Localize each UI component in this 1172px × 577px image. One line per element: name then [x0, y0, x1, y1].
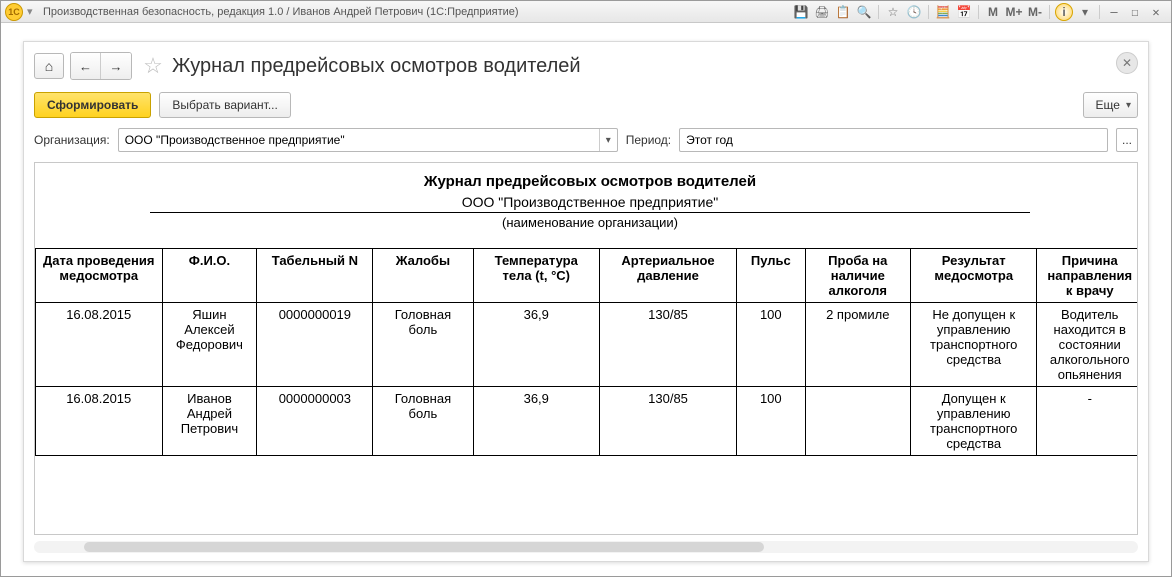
close-window-icon[interactable]: ✕: [1147, 3, 1165, 21]
star-icon[interactable]: ☆: [142, 55, 164, 77]
info-icon[interactable]: i: [1055, 3, 1073, 21]
m-icon[interactable]: M: [984, 3, 1002, 21]
org-dropdown-icon[interactable]: ▾: [599, 129, 617, 151]
maximize-icon[interactable]: ☐: [1126, 3, 1144, 21]
history-icon[interactable]: 🕓: [905, 3, 923, 21]
cell-temp: 36,9: [473, 303, 600, 387]
cell-tabn: 0000000019: [257, 303, 373, 387]
cell-bp: 130/85: [600, 387, 737, 456]
minimize-icon[interactable]: —: [1105, 3, 1123, 21]
cell-date: 16.08.2015: [36, 303, 163, 387]
col-complaints: Жалобы: [373, 249, 473, 303]
print-icon[interactable]: 🖨: [813, 3, 831, 21]
app-window: 1C ▾ Производственная безопасность, реда…: [0, 0, 1172, 577]
col-fio: Ф.И.О.: [162, 249, 257, 303]
col-tabn: Табельный N: [257, 249, 373, 303]
cell-complaints: Головная боль: [373, 303, 473, 387]
cell-pulse: 100: [737, 303, 806, 387]
close-page-button[interactable]: ✕: [1116, 52, 1138, 74]
report-org-note: (наименование организации): [150, 215, 1030, 230]
report-area[interactable]: Журнал предрейсовых осмотров водителей О…: [34, 162, 1138, 535]
col-temp: Температура тела (t, °C): [473, 249, 600, 303]
cell-complaints: Головная боль: [373, 387, 473, 456]
toolbar: Сформировать Выбрать вариант... Еще ▾: [24, 86, 1148, 124]
content-frame: ✕ ⌂ ← → ☆ Журнал предрейсовых осмотров в…: [23, 41, 1149, 562]
cell-temp: 36,9: [473, 387, 600, 456]
col-bp: Артериальное давление: [600, 249, 737, 303]
favorite-icon[interactable]: ☆: [884, 3, 902, 21]
cell-reason: -: [1037, 387, 1138, 456]
table-header-row: Дата проведения медосмотра Ф.И.О. Табель…: [36, 249, 1139, 303]
cell-reason: Водитель находится в состоянии алкогольн…: [1037, 303, 1138, 387]
cell-fio: Яшин Алексей Федорович: [162, 303, 257, 387]
header-row: ⌂ ← → ☆ Журнал предрейсовых осмотров вод…: [24, 42, 1148, 86]
cell-pulse: 100: [737, 387, 806, 456]
back-button[interactable]: ←: [71, 53, 101, 79]
title-dropdown-icon[interactable]: ▾: [27, 5, 37, 18]
variant-button[interactable]: Выбрать вариант...: [159, 92, 290, 118]
generate-button[interactable]: Сформировать: [34, 92, 151, 118]
period-select-button[interactable]: ...: [1116, 128, 1138, 152]
save-icon[interactable]: 💾: [792, 3, 810, 21]
m-minus-icon[interactable]: M-: [1026, 3, 1044, 21]
cell-alcohol: 2 промиле: [805, 303, 910, 387]
period-label: Период:: [626, 133, 671, 147]
col-pulse: Пульс: [737, 249, 806, 303]
more-button[interactable]: Еще ▾: [1083, 92, 1138, 118]
report-org: ООО "Производственное предприятие": [150, 192, 1030, 213]
col-alcohol: Проба на наличие алкоголя: [805, 249, 910, 303]
calendar-icon[interactable]: 📅: [955, 3, 973, 21]
page-title: Журнал предрейсовых осмотров водителей: [172, 55, 581, 78]
info-dropdown-icon[interactable]: ▾: [1076, 3, 1094, 21]
org-combo[interactable]: ▾: [118, 128, 618, 152]
cell-tabn: 0000000003: [257, 387, 373, 456]
home-button[interactable]: ⌂: [34, 53, 64, 79]
report-title: Журнал предрейсовых осмотров водителей: [35, 173, 1138, 190]
org-label: Организация:: [34, 133, 110, 147]
cell-alcohol: [805, 387, 910, 456]
col-date: Дата проведения медосмотра: [36, 249, 163, 303]
period-combo[interactable]: [679, 128, 1108, 152]
titlebar: 1C ▾ Производственная безопасность, реда…: [1, 1, 1171, 23]
cell-result: Допущен к управлению транспортного средс…: [910, 387, 1037, 456]
chevron-down-icon: ▾: [1126, 100, 1131, 111]
app-logo-icon: 1C: [5, 3, 23, 21]
calculator-icon[interactable]: 🧮: [934, 3, 952, 21]
cell-result: Не допущен к управлению транспортного ср…: [910, 303, 1037, 387]
col-result: Результат медосмотра: [910, 249, 1037, 303]
ellipsis-icon: ...: [1122, 133, 1132, 147]
period-input[interactable]: [680, 129, 1107, 151]
window-title: Производственная безопасность, редакция …: [43, 6, 519, 18]
copy-icon[interactable]: 📋: [834, 3, 852, 21]
col-reason: Причина направления к врачу: [1037, 249, 1138, 303]
filters-row: Организация: ▾ Период: ...: [24, 124, 1148, 162]
more-button-label: Еще: [1096, 98, 1120, 112]
table-row: 16.08.2015 Иванов Андрей Петрович 000000…: [36, 387, 1139, 456]
nav-back-forward: ← →: [70, 52, 132, 80]
org-input[interactable]: [119, 129, 599, 151]
titlebar-toolbar: 💾 🖨 📋 🔍 ☆ 🕓 🧮 📅 M M+ M- i ▾ — ☐ ✕: [792, 3, 1167, 21]
cell-bp: 130/85: [600, 303, 737, 387]
cell-fio: Иванов Андрей Петрович: [162, 387, 257, 456]
report-table: Дата проведения медосмотра Ф.И.О. Табель…: [35, 248, 1138, 456]
table-row: 16.08.2015 Яшин Алексей Федорович 000000…: [36, 303, 1139, 387]
scrollbar-thumb[interactable]: [84, 542, 764, 552]
forward-button[interactable]: →: [101, 53, 131, 79]
horizontal-scrollbar[interactable]: [34, 541, 1138, 553]
m-plus-icon[interactable]: M+: [1005, 3, 1023, 21]
search-icon[interactable]: 🔍: [855, 3, 873, 21]
cell-date: 16.08.2015: [36, 387, 163, 456]
